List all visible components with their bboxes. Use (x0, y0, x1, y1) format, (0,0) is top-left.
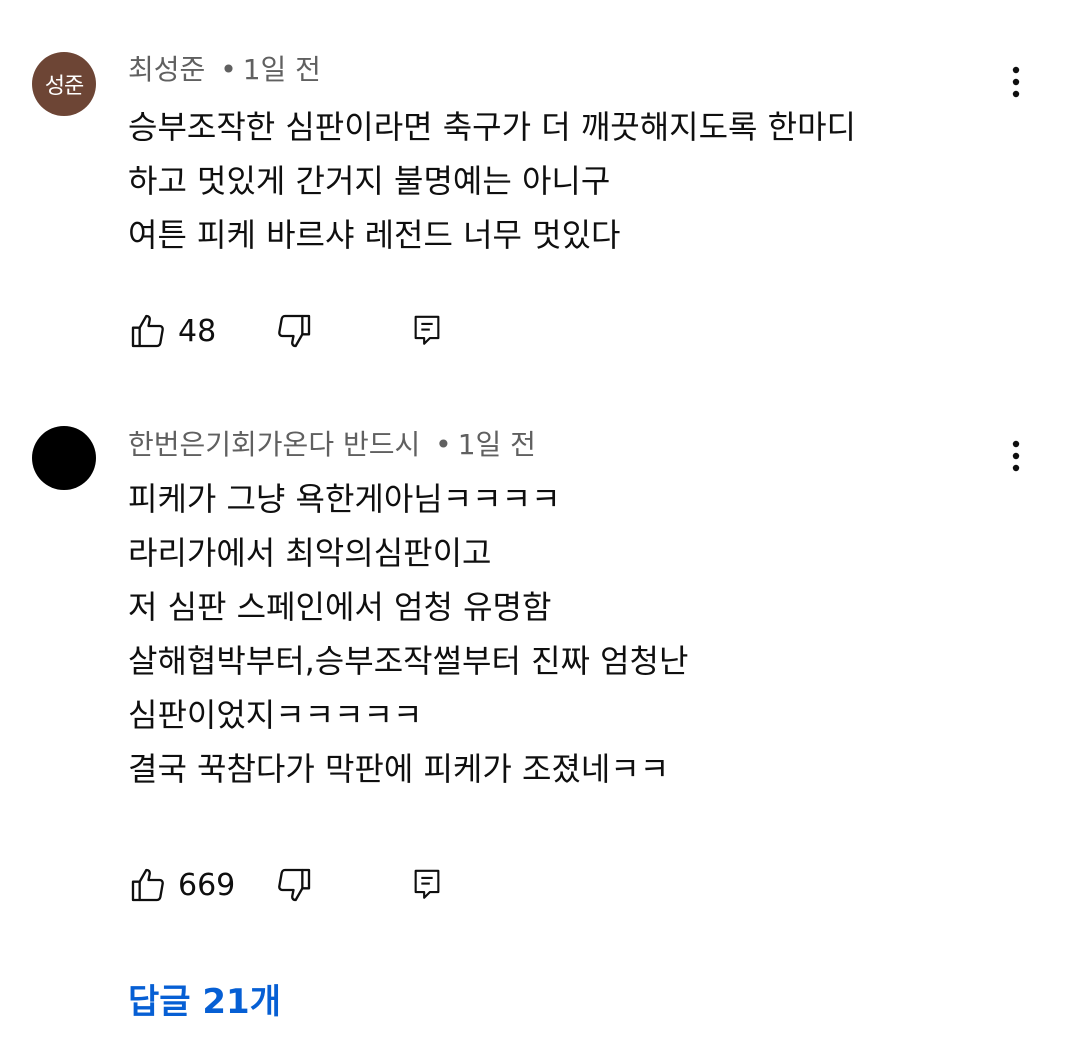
author-name[interactable]: 최성준 (128, 53, 205, 86)
thumbs-up-icon (131, 868, 164, 902)
thumbs-down-icon (278, 314, 311, 348)
comments-page: 성준 최성준 • 1일 전 승부조작한 심판이라면 축구가 더 깨끗해지도록 한마… (0, 0, 1079, 1059)
like-button[interactable]: 669 (128, 860, 235, 910)
comment-line: 살해협박부터,승부조작썰부터 진짜 엄청난 (128, 642, 689, 680)
comment-meta: 한번은기회가온다 반드시 • 1일 전 (128, 425, 536, 465)
dislike-button[interactable] (274, 860, 314, 910)
comment-time: 1일 전 (242, 53, 321, 86)
view-replies-button[interactable]: 답글 21개 (128, 975, 281, 1029)
like-button[interactable]: 48 (128, 306, 216, 356)
reply-button[interactable] (410, 306, 444, 356)
meta-separator: • (220, 53, 237, 86)
comment-line: 저 심판 스페인에서 엄청 유명함 (128, 588, 552, 626)
more-options-button[interactable] (996, 62, 1036, 102)
reply-icon (414, 869, 440, 899)
like-count: 48 (178, 313, 217, 349)
comment-text: 피케가 그냥 욕한게아님ㅋㅋㅋㅋ 라리가에서 최악의심판이고 저 심판 스페인에… (128, 472, 1048, 796)
comment-line: 승부조작한 심판이라면 축구가 더 깨끗해지도록 한마디 (128, 108, 856, 146)
like-count: 669 (178, 867, 236, 903)
dislike-button[interactable] (274, 306, 314, 356)
thumbs-down-icon (278, 868, 311, 902)
comment-line: 결국 꾹참다가 막판에 피케가 조졌네ㅋㅋ (128, 750, 670, 788)
reply-button[interactable] (410, 860, 444, 910)
comment-actions: 48 (128, 306, 628, 356)
comment-text: 승부조작한 심판이라면 축구가 더 깨끗해지도록 한마디 하고 멋있게 간거지 … (128, 100, 1048, 262)
more-options-button[interactable] (996, 436, 1036, 476)
more-vert-icon (1012, 440, 1020, 472)
comment-meta: 최성준 • 1일 전 (128, 50, 321, 90)
comment-actions: 669 (128, 860, 628, 910)
comment-line: 피케가 그냥 욕한게아님ㅋㅋㅋㅋ (128, 480, 561, 518)
author-name[interactable]: 한번은기회가온다 반드시 (128, 428, 420, 461)
avatar[interactable]: 성준 (32, 52, 96, 116)
comment-line: 하고 멋있게 간거지 불명예는 아니구 (128, 162, 611, 200)
comment-time: 1일 전 (457, 428, 536, 461)
comment-line: 심판이었지ㅋㅋㅋㅋㅋ (128, 696, 423, 734)
comment-line: 라리가에서 최악의심판이고 (128, 534, 492, 572)
avatar-initials: 성준 (44, 74, 84, 99)
thumbs-up-icon (131, 314, 164, 348)
more-vert-icon (1012, 66, 1020, 98)
meta-separator: • (435, 428, 452, 461)
avatar[interactable] (32, 426, 96, 490)
reply-icon (414, 315, 440, 345)
comment-line: 여튼 피케 바르샤 레전드 너무 멋있다 (128, 216, 621, 254)
